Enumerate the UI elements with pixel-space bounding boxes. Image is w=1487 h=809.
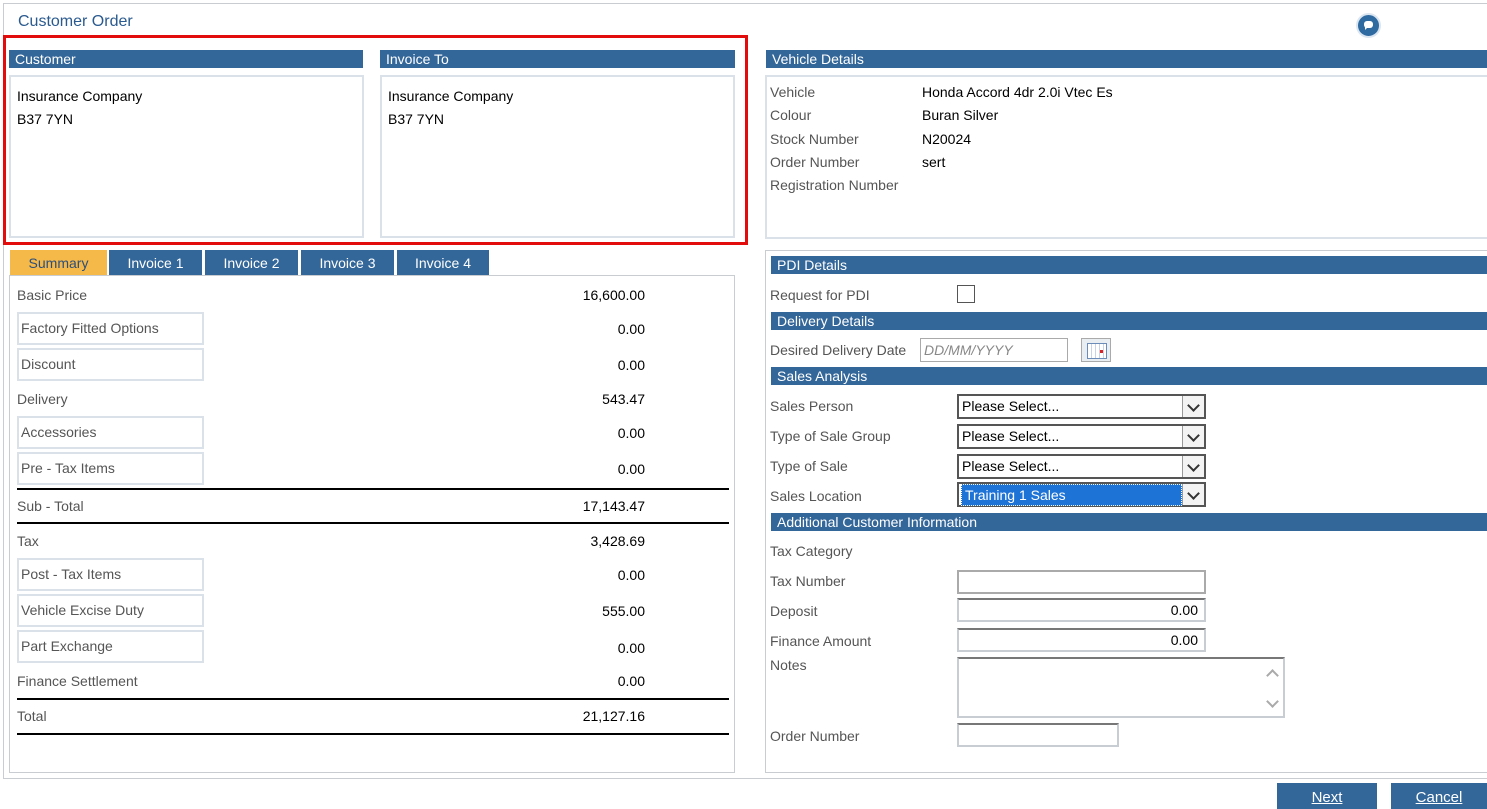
- chevron-down-icon[interactable]: [1182, 456, 1204, 477]
- divider: [17, 522, 729, 524]
- sales-location-value: Training 1 Sales: [961, 484, 1182, 506]
- request-pdi-checkbox[interactable]: [957, 285, 975, 303]
- basic-price-value: 16,600.00: [582, 287, 645, 303]
- total-label: Total: [17, 708, 47, 724]
- pre-tax-items-button[interactable]: Pre - Tax Items: [17, 452, 204, 485]
- sales-location-select[interactable]: Training 1 Sales: [957, 482, 1206, 507]
- registration-number-label: Registration Number: [770, 177, 899, 193]
- total-value: 21,127.16: [582, 708, 645, 724]
- deposit-input[interactable]: 0.00: [957, 598, 1206, 622]
- scroll-up-icon[interactable]: [1266, 669, 1279, 682]
- finance-amount-input[interactable]: 0.00: [957, 628, 1206, 652]
- delivery-date-label: Desired Delivery Date: [770, 342, 907, 358]
- colour-value: Buran Silver: [922, 107, 999, 123]
- tab-summary[interactable]: Summary: [10, 250, 107, 275]
- additional-order-number-label: Order Number: [770, 728, 860, 744]
- post-tax-items-value: 0.00: [617, 567, 645, 583]
- subtotal-label: Sub - Total: [17, 498, 84, 514]
- calendar-icon[interactable]: [1081, 338, 1111, 362]
- sale-group-select[interactable]: Please Select...: [957, 424, 1206, 449]
- finance-amount-label: Finance Amount: [770, 633, 872, 649]
- delivery-details-header: Delivery Details: [771, 312, 1487, 330]
- finance-settlement-value: 0.00: [617, 673, 645, 689]
- cancel-button[interactable]: Cancel: [1391, 783, 1487, 809]
- stock-number-label: Stock Number: [770, 131, 859, 147]
- pre-tax-items-value: 0.00: [617, 461, 645, 477]
- tab-invoice-4[interactable]: Invoice 4: [397, 250, 489, 275]
- sales-person-select[interactable]: Please Select...: [957, 394, 1206, 419]
- vehicle-value: Honda Accord 4dr 2.0i Vtec Es: [922, 84, 1113, 100]
- part-exchange-value: 0.00: [617, 640, 645, 656]
- divider: [17, 698, 729, 700]
- order-number-label: Order Number: [770, 154, 860, 170]
- accessories-button[interactable]: Accessories: [17, 416, 204, 449]
- discount-value: 0.00: [617, 357, 645, 373]
- finance-settlement-label: Finance Settlement: [17, 673, 138, 689]
- delivery-date-input[interactable]: DD/MM/YYYY: [920, 338, 1068, 362]
- vehicle-label: Vehicle: [770, 84, 816, 100]
- tab-invoice-2[interactable]: Invoice 2: [205, 250, 298, 275]
- chevron-down-icon[interactable]: [1182, 396, 1204, 417]
- basic-price-label: Basic Price: [17, 287, 88, 303]
- accessories-value: 0.00: [617, 425, 645, 441]
- subtotal-value: 17,143.47: [582, 498, 645, 514]
- vehicle-panel: [765, 75, 1487, 239]
- delivery-label: Delivery: [17, 391, 68, 407]
- next-button[interactable]: Next: [1277, 783, 1377, 809]
- sales-analysis-header: Sales Analysis: [771, 367, 1487, 385]
- discount-button[interactable]: Discount: [17, 348, 204, 381]
- additional-info-header: Additional Customer Information: [771, 513, 1487, 531]
- chat-icon[interactable]: [1356, 13, 1381, 38]
- tax-number-input[interactable]: [957, 570, 1206, 594]
- tax-value: 3,428.69: [590, 533, 646, 549]
- sale-type-label: Type of Sale: [770, 458, 848, 474]
- colour-label: Colour: [770, 107, 812, 123]
- delivery-value: 543.47: [602, 391, 645, 407]
- notes-label: Notes: [770, 657, 807, 673]
- part-exchange-button[interactable]: Part Exchange: [17, 630, 204, 663]
- tax-number-label: Tax Number: [770, 573, 846, 589]
- divider: [17, 733, 729, 735]
- factory-options-value: 0.00: [617, 321, 645, 337]
- pdi-header: PDI Details: [771, 256, 1487, 274]
- sales-location-label: Sales Location: [770, 488, 862, 504]
- vehicle-excise-duty-value: 555.00: [602, 603, 645, 619]
- sale-type-select[interactable]: Please Select...: [957, 454, 1206, 479]
- additional-order-number-input[interactable]: [957, 723, 1119, 747]
- sale-type-value: Please Select...: [962, 458, 1060, 474]
- sale-group-value: Please Select...: [962, 428, 1060, 444]
- chevron-down-icon[interactable]: [1182, 426, 1204, 447]
- stock-number-value: N20024: [922, 131, 972, 147]
- chevron-down-icon[interactable]: [1182, 484, 1204, 505]
- vehicle-header: Vehicle Details: [766, 50, 1487, 68]
- highlight-box: [3, 35, 748, 245]
- sales-person-label: Sales Person: [770, 398, 854, 414]
- sale-group-label: Type of Sale Group: [770, 428, 891, 444]
- deposit-label: Deposit: [770, 603, 818, 619]
- post-tax-items-button[interactable]: Post - Tax Items: [17, 558, 204, 591]
- tab-invoice-3[interactable]: Invoice 3: [301, 250, 394, 275]
- sales-person-value: Please Select...: [962, 398, 1060, 414]
- divider: [17, 488, 729, 490]
- tax-category-label: Tax Category: [770, 543, 853, 559]
- tax-label: Tax: [17, 533, 39, 549]
- request-pdi-label: Request for PDI: [770, 287, 870, 303]
- scroll-down-icon[interactable]: [1266, 695, 1279, 708]
- notes-textarea[interactable]: [957, 657, 1285, 718]
- vehicle-excise-duty-button[interactable]: Vehicle Excise Duty: [17, 594, 204, 627]
- window-title: Customer Order: [18, 13, 133, 30]
- factory-options-button[interactable]: Factory Fitted Options: [17, 312, 204, 345]
- tab-invoice-1[interactable]: Invoice 1: [109, 250, 202, 275]
- order-number-value: sert: [922, 154, 946, 170]
